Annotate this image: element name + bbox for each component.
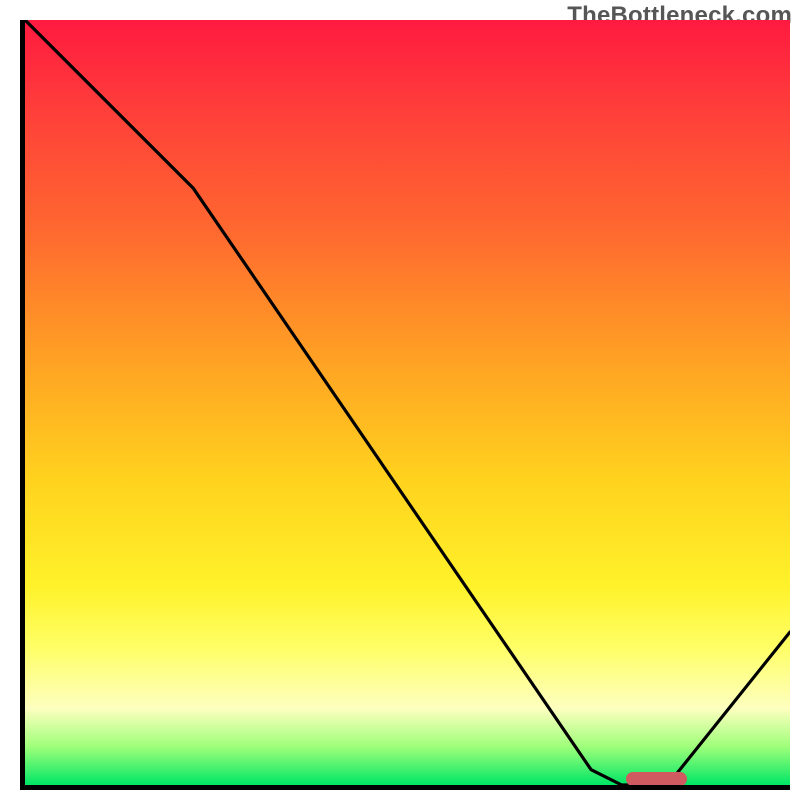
plot-area [20, 20, 790, 790]
chart-frame: TheBottleneck.com [0, 0, 800, 800]
bottleneck-curve [25, 20, 790, 785]
optimal-range-marker [626, 772, 688, 786]
curve-path [25, 20, 790, 785]
